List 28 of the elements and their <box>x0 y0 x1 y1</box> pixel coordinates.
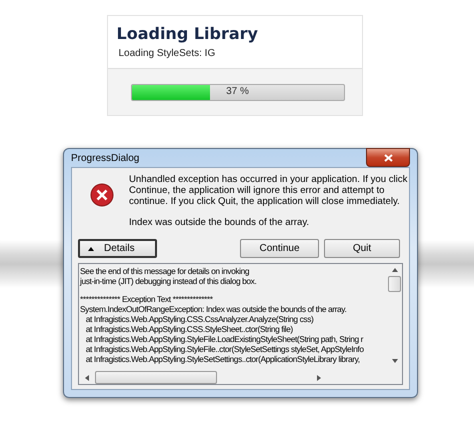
error-detail: Index was outside the bounds of the array. <box>129 217 310 228</box>
window-title: ProgressDialog <box>71 152 140 164</box>
log-line: at Infragistics.Web.AppStyling.StyleFile.LoadExistingStyleSheet(String path, String r <box>84 334 364 344</box>
scroll-up-icon[interactable] <box>392 268 398 272</box>
log-line: at Infragistics.Web.AppStyling.StyleSetSettings..ctor(ApplicationStyleLibrary library, <box>84 354 360 364</box>
dialog-button[interactable]: Quit <box>324 239 400 258</box>
details-button[interactable]: Details <box>78 239 157 258</box>
log-line: at Infragistics.Web.AppStyling.StyleFile..ctor(StyleSetSettings styleSet, AppStyleInfo <box>84 344 364 354</box>
close-icon <box>384 154 392 162</box>
progress-label: 37 % <box>225 86 250 96</box>
log-line: See the end of this message for details on invoking <box>80 266 250 276</box>
log-line: System.IndexOutOfRangeException: Index was outside the bounds of the array. <box>80 304 346 314</box>
log-line: ************** Exception Text ************** <box>80 294 213 304</box>
loading-title: Loading Library <box>116 23 259 43</box>
error-message: Unhandled exception has occurred in your application. If you click Continue, the application will ignore this error and attempt to continue. If you click Quit, the application will close immediately. <box>129 174 408 207</box>
error-icon <box>90 183 114 207</box>
scroll-right-icon[interactable] <box>317 374 321 380</box>
scroll-left-icon[interactable] <box>85 374 89 380</box>
loading-status: Loading StyleSets: IG <box>118 47 216 61</box>
scrollbar-thumb[interactable] <box>388 276 401 292</box>
log-line: at Infragistics.Web.AppStyling.CSS.StyleSheet..ctor(String file) <box>84 324 293 334</box>
details-text-area[interactable] <box>78 263 403 385</box>
close-button[interactable] <box>366 148 410 167</box>
log-line: just-in-time (JIT) debugging instead of this dialog box. <box>80 276 256 286</box>
scroll-down-icon[interactable] <box>392 359 398 363</box>
log-line: at Infragistics.Web.AppStyling.CSS.CssAnalyzer.Analyze(String css) <box>84 314 314 324</box>
dialog-button[interactable]: Continue <box>240 239 319 258</box>
scrollbar-thumb[interactable] <box>95 371 217 384</box>
